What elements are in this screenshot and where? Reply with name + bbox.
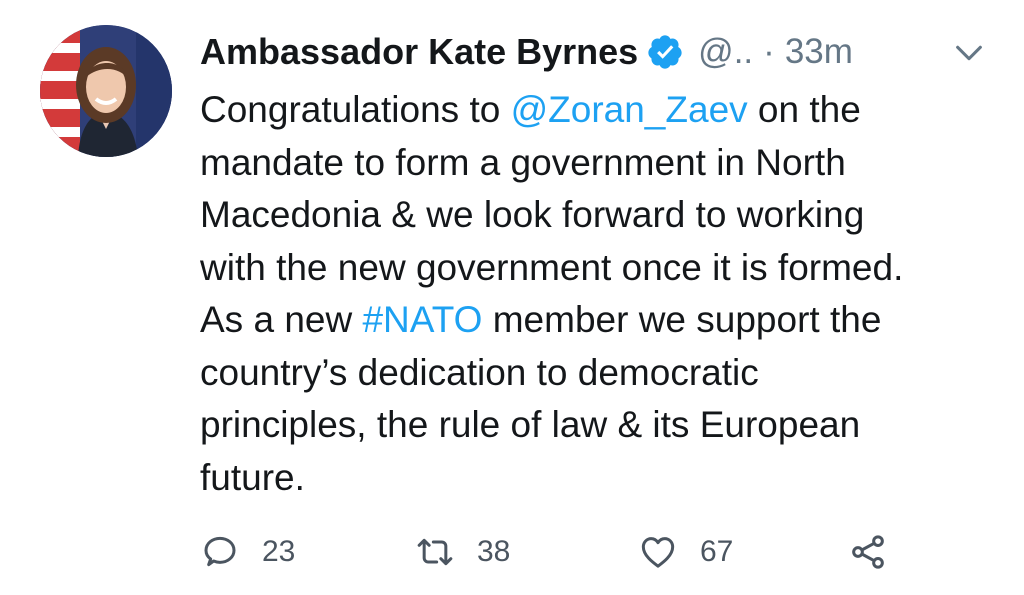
tweet-line: mandate to form a government in North [200,137,1000,190]
verified-badge-icon [646,33,684,71]
retweet-button[interactable]: 38 [415,527,510,577]
like-count: 67 [700,535,734,568]
reply-count: 23 [262,535,296,568]
share-button[interactable] [848,527,888,577]
tweet-text-segment: country’s dedication to democratic [200,351,759,393]
reply-button[interactable]: 23 [200,527,295,577]
tweet-text: Congratulations to @Zoran_Zaev on the ma… [200,84,1000,504]
tweet-text-segment: member we support the [482,299,882,340]
tweet-line: principles, the rule of law & its Europe… [200,399,1000,452]
reply-bubble-icon [204,536,236,567]
separator-dot: · [763,32,775,71]
tweet-text-segment: on the [747,89,861,130]
avatar-portrait [40,25,172,157]
retweet-count: 38 [477,535,511,568]
author-name[interactable]: Ambassador Kate Byrnes [200,31,638,73]
like-button[interactable]: 67 [638,527,733,577]
tweet-text-segment: As a new [200,299,363,340]
tweet-line: with the new government once it is forme… [200,242,1000,295]
tweet-text-segment: Congratulations to [200,89,511,130]
share-icon [852,535,884,569]
tweet-line: Macedonia & we look forward to working [200,189,1000,242]
tweet-text-segment: future. [200,456,305,498]
tweet-line: country’s dedication to democratic [200,347,1000,400]
heart-icon [641,537,675,568]
tweet-text-segment: principles, the rule of law & its Europe… [200,404,861,445]
hashtag-link[interactable]: #NATO [362,299,482,340]
tweet-line: Congratulations to @Zoran_Zaev on the [200,84,1000,137]
author-handle[interactable]: @.. [698,32,753,72]
author-avatar[interactable] [40,25,172,157]
chevron-down-icon[interactable] [952,36,986,70]
tweet-actions: 23 38 67 [200,527,920,577]
mention-link[interactable]: @Zoran_Zaev [511,89,748,130]
tweet-text-segment: Macedonia & we look forward to working [200,194,865,235]
retweet-icon [417,538,453,566]
tweet-text-segment: with the new government once it is forme… [200,246,904,288]
tweet-header: Ambassador Kate Byrnes @.. · 33m [200,26,990,78]
tweet-timestamp[interactable]: 33m [785,32,853,72]
tweet-line: As a new #NATO member we support the [200,294,1000,347]
tweet-text-segment: mandate to form a government in North [200,141,846,183]
tweet-line: future. [200,452,1000,505]
